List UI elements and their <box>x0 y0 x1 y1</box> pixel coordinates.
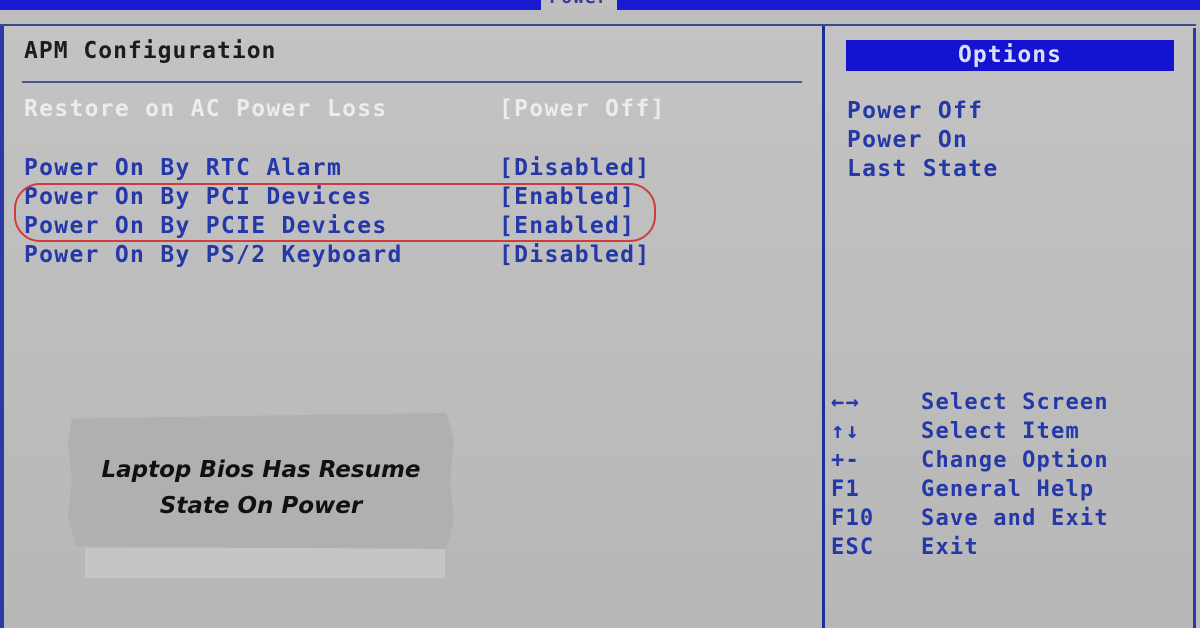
help-key: ESC <box>831 535 875 560</box>
up-down-arrows-icon: ↑↓ <box>831 419 860 444</box>
help-desc: General Help <box>921 477 1095 502</box>
options-header: Options <box>846 40 1174 71</box>
help-desc: Change Option <box>921 448 1109 473</box>
caption-line-1: Laptop Bios Has Resume <box>101 457 421 483</box>
help-row-select-screen: ←→ Select Screen <box>831 390 1191 418</box>
help-row-select-item: ↑↓ Select Item <box>831 419 1191 447</box>
caption-text: Laptop Bios Has Resume State On Power <box>68 452 454 524</box>
help-key: F1 <box>831 477 860 502</box>
setting-value[interactable]: [Disabled] <box>499 155 650 181</box>
left-frame-border <box>0 26 4 628</box>
tab-power[interactable]: Power <box>541 0 617 10</box>
setting-label: Power On By RTC Alarm <box>24 155 343 181</box>
help-desc: Select Screen <box>921 390 1109 415</box>
help-desc: Select Item <box>921 419 1080 444</box>
option-last-state[interactable]: Last State <box>847 156 998 182</box>
setting-row-restore-ac-power-loss[interactable]: Restore on AC Power Loss [Power Off] <box>24 96 664 124</box>
annotation-highlight-ellipse <box>14 183 656 242</box>
help-desc: Exit <box>921 535 979 560</box>
panel-divider <box>822 26 825 628</box>
setting-value[interactable]: [Power Off] <box>499 96 666 122</box>
title-divider <box>22 81 802 83</box>
caption-shadow <box>85 548 445 578</box>
help-row-exit: ESC Exit <box>831 535 1191 563</box>
left-right-arrows-icon: ←→ <box>831 390 860 415</box>
help-desc: Save and Exit <box>921 506 1109 531</box>
setting-row-ps2-keyboard[interactable]: Power On By PS/2 Keyboard [Disabled] <box>24 242 649 270</box>
right-frame-border <box>1193 28 1196 628</box>
help-row-change-option: +- Change Option <box>831 448 1191 476</box>
help-row-general-help: F1 General Help <box>831 477 1191 505</box>
setting-label: Power On By PS/2 Keyboard <box>24 242 403 268</box>
option-power-on[interactable]: Power On <box>847 127 968 153</box>
caption-line-2: State On Power <box>159 493 363 519</box>
setting-row-rtc-alarm[interactable]: Power On By RTC Alarm [Disabled] <box>24 155 649 183</box>
plus-minus-icon: +- <box>831 448 860 473</box>
help-row-save-exit: F10 Save and Exit <box>831 506 1191 534</box>
setting-label: Restore on AC Power Loss <box>24 96 388 122</box>
setting-value[interactable]: [Disabled] <box>499 242 650 268</box>
option-power-off[interactable]: Power Off <box>847 98 983 124</box>
section-title: APM Configuration <box>24 38 277 64</box>
help-key: F10 <box>831 506 875 531</box>
